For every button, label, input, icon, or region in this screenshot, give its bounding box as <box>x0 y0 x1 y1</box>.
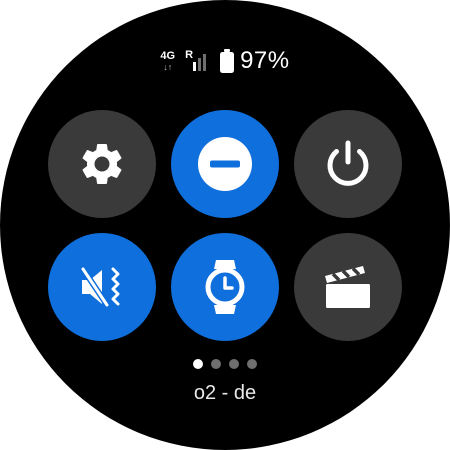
network-indicator: 4G ↓↑ <box>160 49 176 72</box>
signal-strength-icon: R <box>185 48 209 74</box>
sound-vibrate-tile[interactable] <box>48 233 156 341</box>
theater-mode-tile[interactable] <box>294 233 402 341</box>
do-not-disturb-icon <box>198 137 252 191</box>
battery-icon <box>219 48 235 74</box>
page-dot[interactable] <box>193 359 203 369</box>
status-bar: 4G ↓↑ R 97% <box>0 44 450 78</box>
network-type: 4G <box>160 49 176 62</box>
page-dot[interactable] <box>229 359 239 369</box>
do-not-disturb-tile[interactable] <box>171 110 279 218</box>
data-arrows-icon: ↓↑ <box>163 61 173 72</box>
watch-screen: 4G ↓↑ R 97% o2 - de <box>0 0 450 450</box>
clapperboard-icon <box>325 266 370 308</box>
watch-face-icon <box>205 260 245 314</box>
page-indicator <box>0 359 450 369</box>
power-tile[interactable] <box>294 110 402 218</box>
vibrate-mute-icon <box>80 266 120 308</box>
battery-percentage: 97% <box>240 47 290 74</box>
carrier-name: o2 - de <box>193 382 257 404</box>
page-dot[interactable] <box>211 359 221 369</box>
gear-icon <box>82 144 122 184</box>
page-dot[interactable] <box>247 359 257 369</box>
settings-tile[interactable] <box>48 110 156 218</box>
power-icon <box>327 140 369 186</box>
watch-mode-tile[interactable] <box>171 233 279 341</box>
